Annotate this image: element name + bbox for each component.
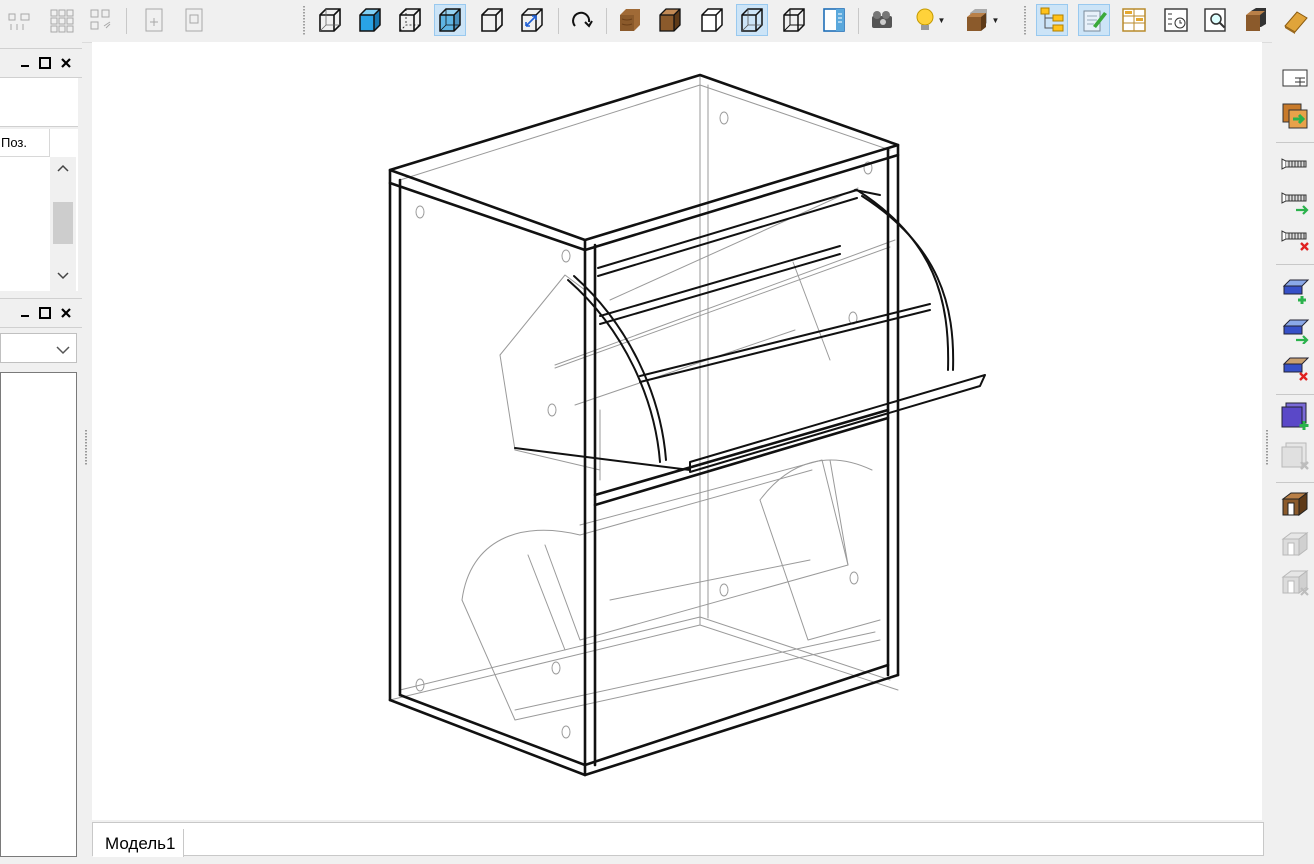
cutout-add-icon[interactable]: [1278, 400, 1312, 432]
groove-icon[interactable]: [1278, 488, 1312, 520]
screw-remove-icon[interactable]: [1278, 224, 1312, 256]
minimize-icon[interactable]: [17, 54, 33, 72]
materials-icon[interactable]: ▼: [958, 4, 1004, 36]
fit-view-icon[interactable]: [516, 4, 548, 36]
screw-icon[interactable]: [1278, 148, 1312, 180]
transparent-solid-icon[interactable]: [736, 4, 768, 36]
screw-add-icon[interactable]: [1278, 186, 1312, 218]
import-doc-icon[interactable]: [178, 4, 210, 36]
close-icon[interactable]: [58, 54, 74, 72]
schedule-icon[interactable]: [1160, 4, 1192, 36]
part-cube-icon[interactable]: [1240, 4, 1272, 36]
left-splitter-handle[interactable]: [85, 430, 87, 466]
left-panel: Поз.: [0, 42, 82, 864]
scroll-up-icon[interactable]: [56, 161, 70, 175]
maximize-icon[interactable]: [37, 304, 53, 322]
cutout-remove-icon[interactable]: [1278, 440, 1312, 472]
export-doc-icon[interactable]: [138, 4, 170, 36]
right-toolbar: [1272, 42, 1314, 602]
edge-band-apply-icon[interactable]: [1278, 314, 1312, 346]
edges-solid-icon[interactable]: [778, 4, 810, 36]
edit-notes-icon[interactable]: [1078, 4, 1110, 36]
minimize-icon[interactable]: [17, 304, 33, 322]
maximize-icon[interactable]: [37, 54, 53, 72]
array-grid-icon[interactable]: [46, 4, 78, 36]
white-solid-icon[interactable]: [696, 4, 728, 36]
panel-layer-icon[interactable]: [1280, 4, 1312, 36]
properties-area: [0, 78, 78, 127]
cabinet-wireframe-model: [388, 73, 986, 777]
view-wireframe-icon[interactable]: [314, 4, 346, 36]
scroll-thumb[interactable]: [53, 202, 73, 244]
wood-texture-icon[interactable]: [614, 4, 646, 36]
edge-band-add-icon[interactable]: [1278, 274, 1312, 306]
export-panel-icon[interactable]: [1278, 100, 1312, 132]
chevron-down-icon[interactable]: [56, 343, 70, 358]
layer-select[interactable]: [0, 333, 77, 363]
split-panel-icon[interactable]: [818, 4, 850, 36]
zoom-preview-icon[interactable]: [1200, 4, 1232, 36]
light-bulb-icon[interactable]: ▼: [908, 4, 950, 36]
solid-brown-icon[interactable]: [654, 4, 686, 36]
main-toolbar: ▼ ▼: [0, 0, 1314, 43]
grid-list-icon[interactable]: [1118, 4, 1150, 36]
groove-apply-icon[interactable]: [1278, 528, 1312, 560]
panel-table-icon[interactable]: [1278, 62, 1312, 94]
panel-caption-bottom: [0, 298, 82, 328]
rotate-view-icon[interactable]: [566, 4, 598, 36]
view-outline-icon[interactable]: [476, 4, 508, 36]
camera-icon[interactable]: [866, 4, 898, 36]
groove-remove-icon[interactable]: [1278, 566, 1312, 598]
panel-caption-top: [0, 48, 82, 78]
view-hidden-lines-icon[interactable]: [394, 4, 426, 36]
edge-band-remove-icon[interactable]: [1278, 352, 1312, 384]
tab-model[interactable]: Модель1: [93, 829, 185, 857]
align-objects-icon[interactable]: [4, 4, 36, 36]
scroll-down-icon[interactable]: [56, 269, 70, 283]
document-tab-bar: Модель1: [92, 822, 1264, 857]
view-shaded-icon[interactable]: [354, 4, 386, 36]
close-icon[interactable]: [58, 304, 74, 322]
tree-structure-icon[interactable]: [1036, 4, 1068, 36]
view-xray-icon[interactable]: [434, 4, 466, 36]
distribute-icon[interactable]: [86, 4, 118, 36]
list-scrollbar[interactable]: [50, 157, 76, 291]
object-tree-area: [0, 372, 77, 857]
right-splitter-handle[interactable]: [1266, 430, 1268, 466]
position-column-header[interactable]: Поз.: [0, 129, 50, 157]
model-viewport[interactable]: [92, 42, 1262, 820]
